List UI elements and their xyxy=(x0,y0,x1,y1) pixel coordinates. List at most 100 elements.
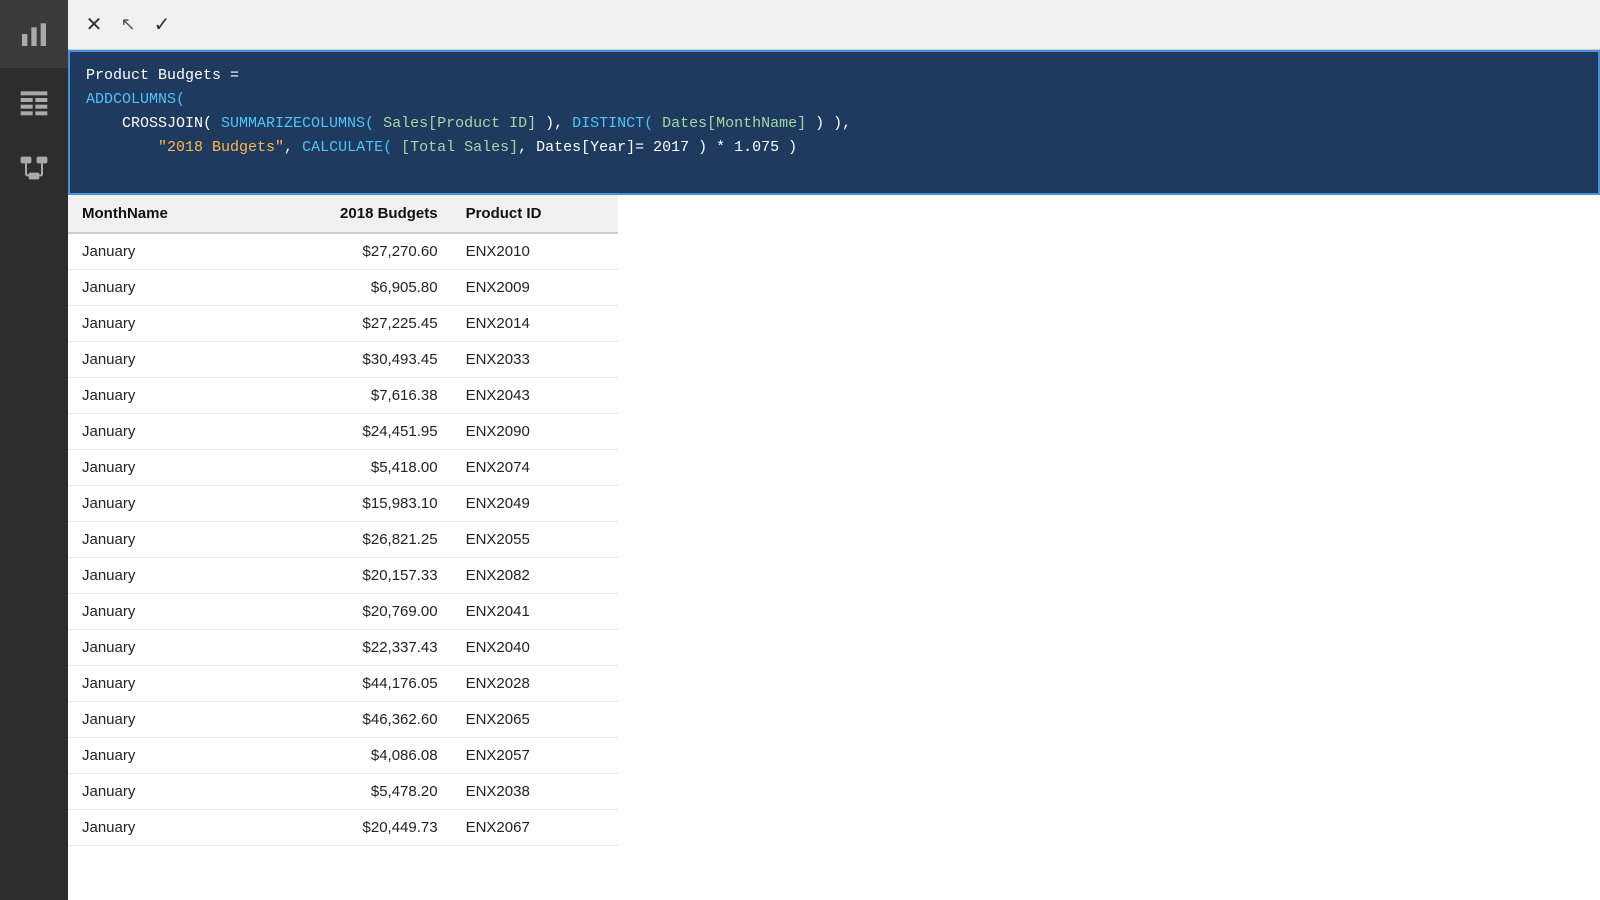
table-header-row: MonthName 2018 Budgets Product ID xyxy=(68,195,618,233)
table-row: January $5,478.20 ENX2038 xyxy=(68,774,618,810)
cell-product: ENX2009 xyxy=(452,270,618,306)
formula-measure: [Total Sales] xyxy=(392,139,518,156)
cell-month: January xyxy=(68,666,250,702)
cell-budget: $24,451.95 xyxy=(250,414,451,450)
cell-product: ENX2049 xyxy=(452,486,618,522)
cell-budget: $4,086.08 xyxy=(250,738,451,774)
sidebar xyxy=(0,0,68,900)
formula-calc: CALCULATE( xyxy=(302,139,392,156)
cell-month: January xyxy=(68,450,250,486)
cell-budget: $15,983.10 xyxy=(250,486,451,522)
formula-line1: Product Budgets = xyxy=(86,67,248,84)
cell-budget: $20,157.33 xyxy=(250,558,451,594)
formula-line2: ADDCOLUMNS( xyxy=(86,91,185,108)
table-row: January $30,493.45 ENX2033 xyxy=(68,342,618,378)
toolbar: ✕ ↖ ✓ xyxy=(68,0,1600,50)
cell-product: ENX2040 xyxy=(452,630,618,666)
cell-month: January xyxy=(68,486,250,522)
cell-product: ENX2074 xyxy=(452,450,618,486)
cell-month: January xyxy=(68,738,250,774)
cell-month: January xyxy=(68,233,250,270)
cell-month: January xyxy=(68,810,250,846)
col-header-monthname: MonthName xyxy=(68,195,250,233)
cell-month: January xyxy=(68,522,250,558)
table-row: January $27,270.60 ENX2010 xyxy=(68,233,618,270)
formula-line3-pre: CROSSJOIN( xyxy=(86,115,221,132)
cell-budget: $27,225.45 xyxy=(250,306,451,342)
formula-editor[interactable]: Product Budgets = ADDCOLUMNS( CROSSJOIN(… xyxy=(68,50,1600,195)
formula-string: "2018 Budgets" xyxy=(158,139,284,156)
cell-budget: $20,449.73 xyxy=(250,810,451,846)
cell-product: ENX2028 xyxy=(452,666,618,702)
cell-budget: $5,478.20 xyxy=(250,774,451,810)
table-row: January $44,176.05 ENX2028 xyxy=(68,666,618,702)
table-row: January $20,157.33 ENX2082 xyxy=(68,558,618,594)
cell-month: January xyxy=(68,558,250,594)
cell-budget: $6,905.80 xyxy=(250,270,451,306)
cell-month: January xyxy=(68,270,250,306)
formula-mid: ), xyxy=(536,115,572,132)
table-row: January $46,362.60 ENX2065 xyxy=(68,702,618,738)
formula-func2: DISTINCT( xyxy=(572,115,653,132)
formula-end: ) ), xyxy=(806,115,851,132)
col-header-productid: Product ID xyxy=(452,195,618,233)
cell-product: ENX2065 xyxy=(452,702,618,738)
table-icon[interactable] xyxy=(0,68,68,136)
formula-line4-mid: , xyxy=(284,139,302,156)
table-row: January $4,086.08 ENX2057 xyxy=(68,738,618,774)
cell-budget: $27,270.60 xyxy=(250,233,451,270)
table-row: January $24,451.95 ENX2090 xyxy=(68,414,618,450)
cell-budget: $7,616.38 xyxy=(250,378,451,414)
cell-budget: $30,493.45 xyxy=(250,342,451,378)
table-row: January $20,769.00 ENX2041 xyxy=(68,594,618,630)
data-table: MonthName 2018 Budgets Product ID Januar… xyxy=(68,195,618,846)
cell-product: ENX2043 xyxy=(452,378,618,414)
formula-filter: , Dates[Year]= 2017 ) * 1.075 ) xyxy=(518,139,797,156)
cell-product: ENX2033 xyxy=(452,342,618,378)
table-row: January $22,337.43 ENX2040 xyxy=(68,630,618,666)
cancel-button[interactable]: ✕ xyxy=(76,7,112,43)
table-row: January $15,983.10 ENX2049 xyxy=(68,486,618,522)
cell-budget: $5,418.00 xyxy=(250,450,451,486)
cell-budget: $22,337.43 xyxy=(250,630,451,666)
col-header-budgets: 2018 Budgets xyxy=(250,195,451,233)
table-row: January $26,821.25 ENX2055 xyxy=(68,522,618,558)
cell-budget: $46,362.60 xyxy=(250,702,451,738)
cell-month: January xyxy=(68,774,250,810)
main-panel: ✕ ↖ ✓ Product Budgets = ADDCOLUMNS( CROS… xyxy=(68,0,1600,900)
cell-product: ENX2067 xyxy=(452,810,618,846)
cell-month: January xyxy=(68,414,250,450)
bar-chart-icon[interactable] xyxy=(0,0,68,68)
formula-col2: Dates[MonthName] xyxy=(653,115,806,132)
table-row: January $7,616.38 ENX2043 xyxy=(68,378,618,414)
formula-func1: SUMMARIZECOLUMNS( xyxy=(221,115,374,132)
cell-product: ENX2038 xyxy=(452,774,618,810)
cell-month: January xyxy=(68,702,250,738)
formula-line4-pre xyxy=(86,139,158,156)
confirm-button[interactable]: ✓ xyxy=(144,7,180,43)
cell-product: ENX2014 xyxy=(452,306,618,342)
cell-month: January xyxy=(68,594,250,630)
data-table-container[interactable]: MonthName 2018 Budgets Product ID Januar… xyxy=(68,195,1600,900)
cell-product: ENX2057 xyxy=(452,738,618,774)
cell-month: January xyxy=(68,378,250,414)
cell-product: ENX2041 xyxy=(452,594,618,630)
cell-product: ENX2082 xyxy=(452,558,618,594)
cell-budget: $26,821.25 xyxy=(250,522,451,558)
cell-budget: $44,176.05 xyxy=(250,666,451,702)
diagram-icon[interactable] xyxy=(0,136,68,204)
table-row: January $27,225.45 ENX2014 xyxy=(68,306,618,342)
cell-product: ENX2010 xyxy=(452,233,618,270)
table-body: January $27,270.60 ENX2010 January $6,90… xyxy=(68,233,618,846)
cell-month: January xyxy=(68,630,250,666)
table-row: January $6,905.80 ENX2009 xyxy=(68,270,618,306)
cell-month: January xyxy=(68,342,250,378)
cell-product: ENX2090 xyxy=(452,414,618,450)
cell-month: January xyxy=(68,306,250,342)
cursor-hint: ↖ xyxy=(116,5,140,45)
cell-budget: $20,769.00 xyxy=(250,594,451,630)
formula-col1: Sales[Product ID] xyxy=(374,115,536,132)
table-row: January $20,449.73 ENX2067 xyxy=(68,810,618,846)
table-row: January $5,418.00 ENX2074 xyxy=(68,450,618,486)
cell-product: ENX2055 xyxy=(452,522,618,558)
